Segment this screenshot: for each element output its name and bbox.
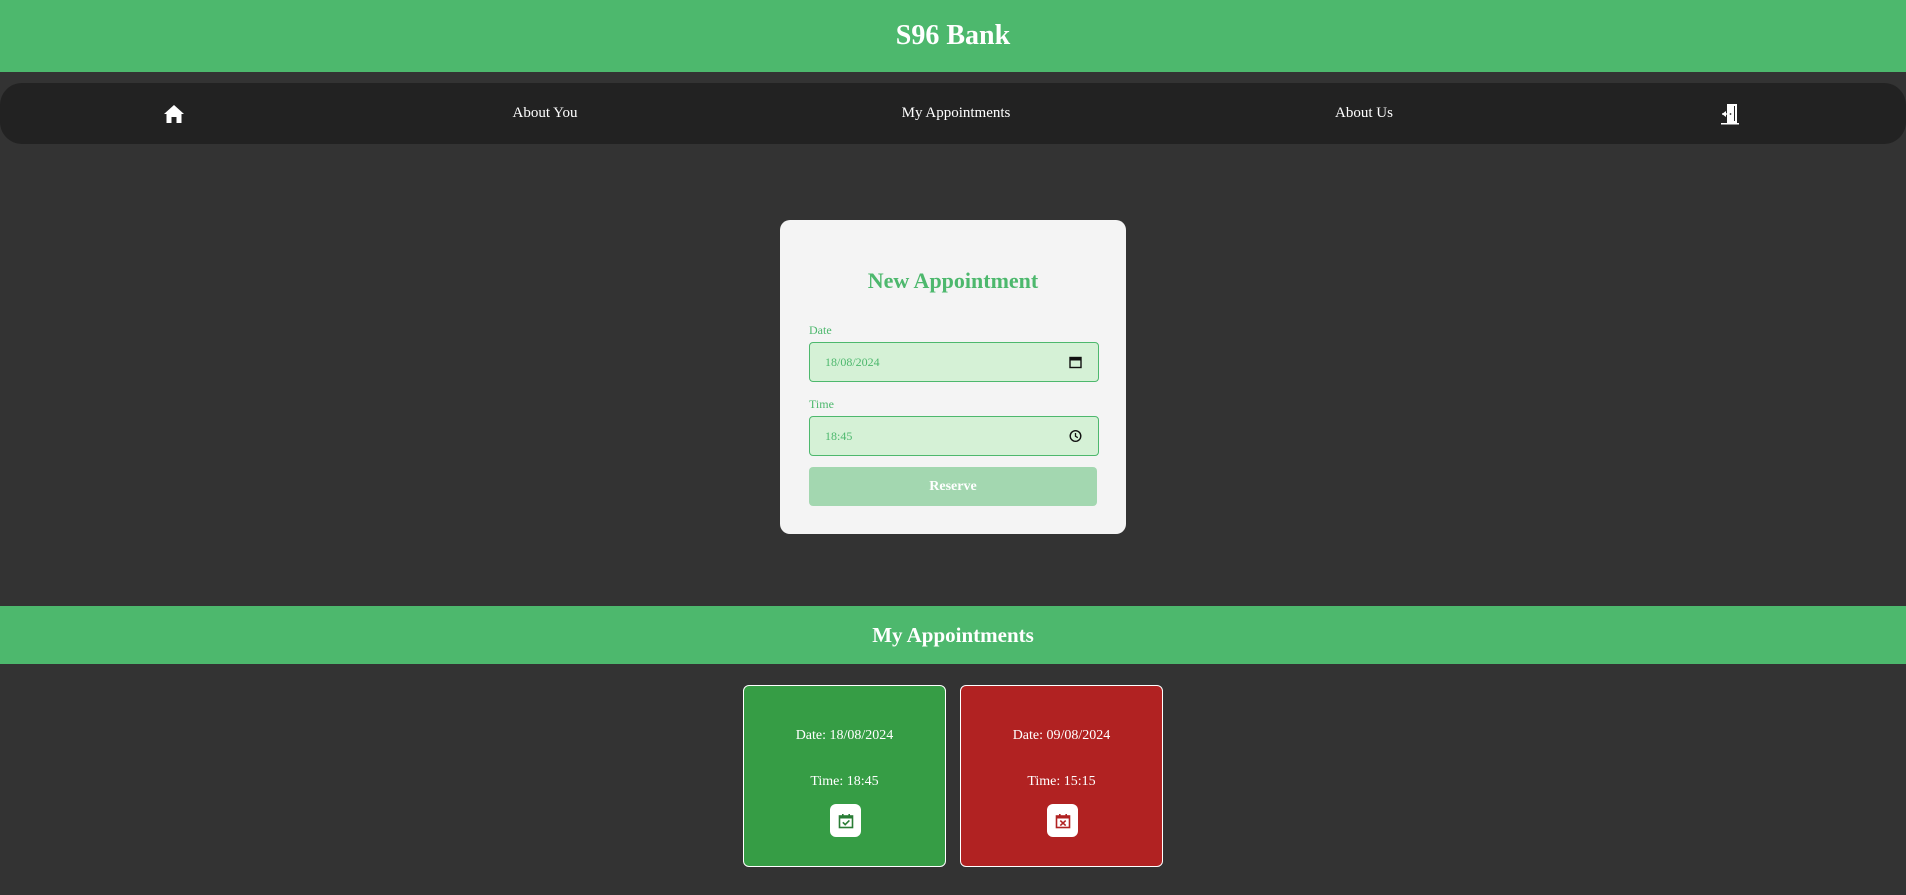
appointment-cancel-button[interactable] — [1047, 804, 1078, 837]
nav-my-appointments[interactable]: My Appointments — [902, 83, 1011, 144]
calendar-x-icon — [1055, 813, 1070, 828]
appointment-time: Time: 15:15 — [1027, 774, 1096, 789]
date-label: Date — [809, 323, 832, 337]
logout-door-icon — [1721, 103, 1739, 124]
appointment-time: Time: 18:45 — [810, 774, 879, 789]
appointment-date: Date: 18/08/2024 — [795, 728, 894, 743]
reserve-button[interactable]: Reserve — [809, 467, 1097, 506]
nav-about-you[interactable]: About You — [512, 83, 577, 144]
nav-about-us[interactable]: About Us — [1335, 83, 1393, 144]
appointment-date: Date: 09/08/2024 — [1012, 728, 1111, 743]
date-input[interactable]: 18/08/2024 — [809, 342, 1099, 382]
time-label: Time — [809, 397, 834, 411]
app-title: S96 Bank — [895, 20, 1011, 51]
appointment-card-confirmed: Date: 18/08/2024 Time: 18:45 — [743, 685, 946, 867]
time-input[interactable]: 18:45 — [809, 416, 1099, 456]
my-appointments-header: My Appointments — [0, 606, 1906, 664]
clock-icon[interactable] — [1069, 429, 1082, 443]
appointment-card-cancelled: Date: 09/08/2024 Time: 15:15 — [960, 685, 1163, 867]
calendar-picker-icon[interactable] — [1069, 356, 1082, 369]
main-navbar: About You My Appointments About Us — [0, 83, 1906, 144]
my-appointments-title: My Appointments — [872, 622, 1034, 647]
new-appointment-card: New Appointment Date 18/08/2024 Time 18:… — [780, 220, 1126, 534]
date-value: 18/08/2024 — [825, 354, 880, 369]
appointment-confirm-button[interactable] — [830, 804, 861, 837]
calendar-check-icon — [838, 813, 853, 828]
new-appointment-title: New Appointment — [867, 268, 1039, 293]
nav-home-button[interactable] — [163, 83, 185, 144]
nav-logout-button[interactable] — [1720, 83, 1740, 144]
app-header: S96 Bank — [0, 0, 1906, 72]
time-value: 18:45 — [825, 428, 853, 443]
home-icon — [164, 104, 184, 123]
